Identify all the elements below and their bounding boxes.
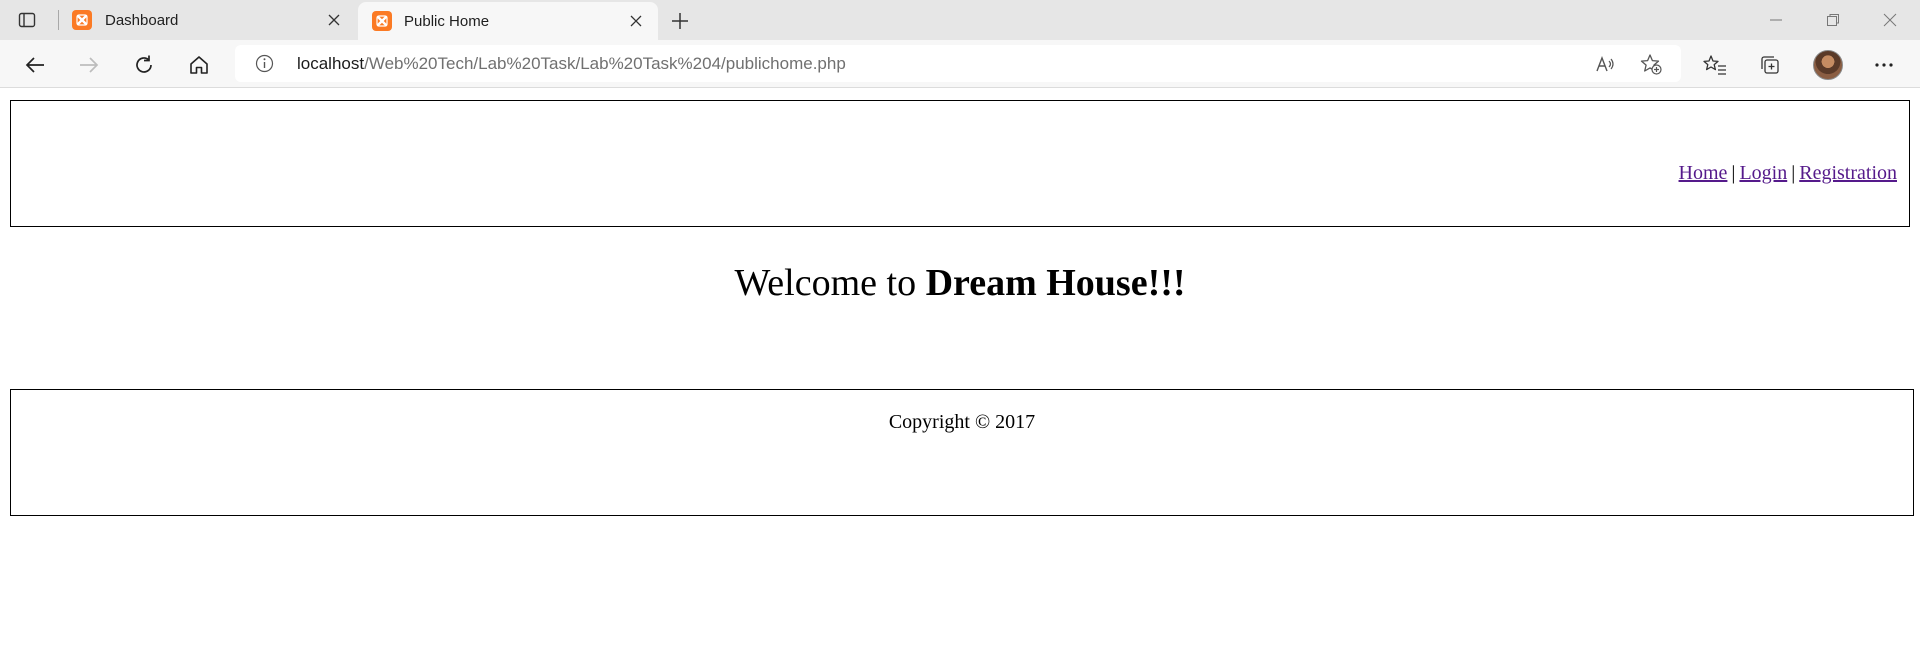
tab-bar: Dashboard Public Home — [0, 0, 1920, 40]
url-text[interactable]: localhost/Web%20Tech/Lab%20Task/Lab%20Ta… — [297, 54, 846, 74]
favorites-icon[interactable] — [1702, 52, 1728, 78]
tab-separator — [58, 10, 59, 30]
browser-toolbar: localhost/Web%20Tech/Lab%20Task/Lab%20Ta… — [0, 40, 1920, 88]
tab-title: Dashboard — [105, 11, 179, 29]
home-link[interactable]: Home — [1679, 162, 1728, 184]
tab-title: Public Home — [404, 12, 490, 30]
close-icon[interactable] — [626, 11, 646, 31]
minimize-icon[interactable] — [1764, 8, 1788, 32]
read-aloud-icon[interactable] — [1595, 53, 1617, 75]
refresh-icon[interactable] — [131, 52, 157, 78]
nav-separator: | — [1731, 162, 1736, 184]
registration-link[interactable]: Registration — [1799, 162, 1897, 184]
profile-avatar[interactable] — [1813, 50, 1843, 80]
more-options-icon[interactable] — [1871, 52, 1897, 78]
page-footer: Copyright © 2017 — [10, 389, 1914, 516]
site-name: Dream House!!! — [925, 262, 1186, 304]
restore-icon[interactable] — [1821, 8, 1845, 32]
nav-separator: | — [1791, 162, 1796, 184]
nav-links: Home | Login | Registration — [1679, 162, 1897, 185]
url-host: localhost — [297, 54, 365, 73]
tab-dashboard[interactable]: Dashboard — [60, 0, 356, 40]
copyright-text: Copyright © 2017 — [888, 411, 1036, 433]
tab-public-home[interactable]: Public Home — [358, 2, 658, 40]
web-page: Home | Login | Registration Welcome to Dream… — [0, 89, 1920, 663]
url-path: /Web%20Tech/Lab%20Task/Lab%20Task%204/pu… — [364, 54, 846, 73]
home-icon[interactable] — [186, 52, 212, 78]
address-bar[interactable]: localhost/Web%20Tech/Lab%20Task/Lab%20Ta… — [235, 45, 1681, 82]
welcome-prefix: Welcome to — [734, 262, 917, 304]
welcome-heading: Welcome to Dream House!!! — [0, 261, 1920, 305]
add-favorite-icon[interactable] — [1640, 53, 1662, 75]
close-icon[interactable] — [324, 10, 344, 30]
xampp-icon — [72, 10, 92, 30]
page-header: Home | Login | Registration — [10, 100, 1910, 227]
collections-icon[interactable] — [1757, 52, 1783, 78]
forward-arrow-icon[interactable] — [76, 52, 102, 78]
new-tab-plus-icon[interactable] — [668, 9, 692, 33]
login-link[interactable]: Login — [1739, 162, 1787, 184]
tab-actions-icon[interactable] — [16, 9, 38, 31]
info-icon[interactable] — [255, 54, 274, 73]
xampp-icon — [372, 11, 392, 31]
back-arrow-icon[interactable] — [22, 52, 48, 78]
window-close-icon[interactable] — [1878, 8, 1902, 32]
